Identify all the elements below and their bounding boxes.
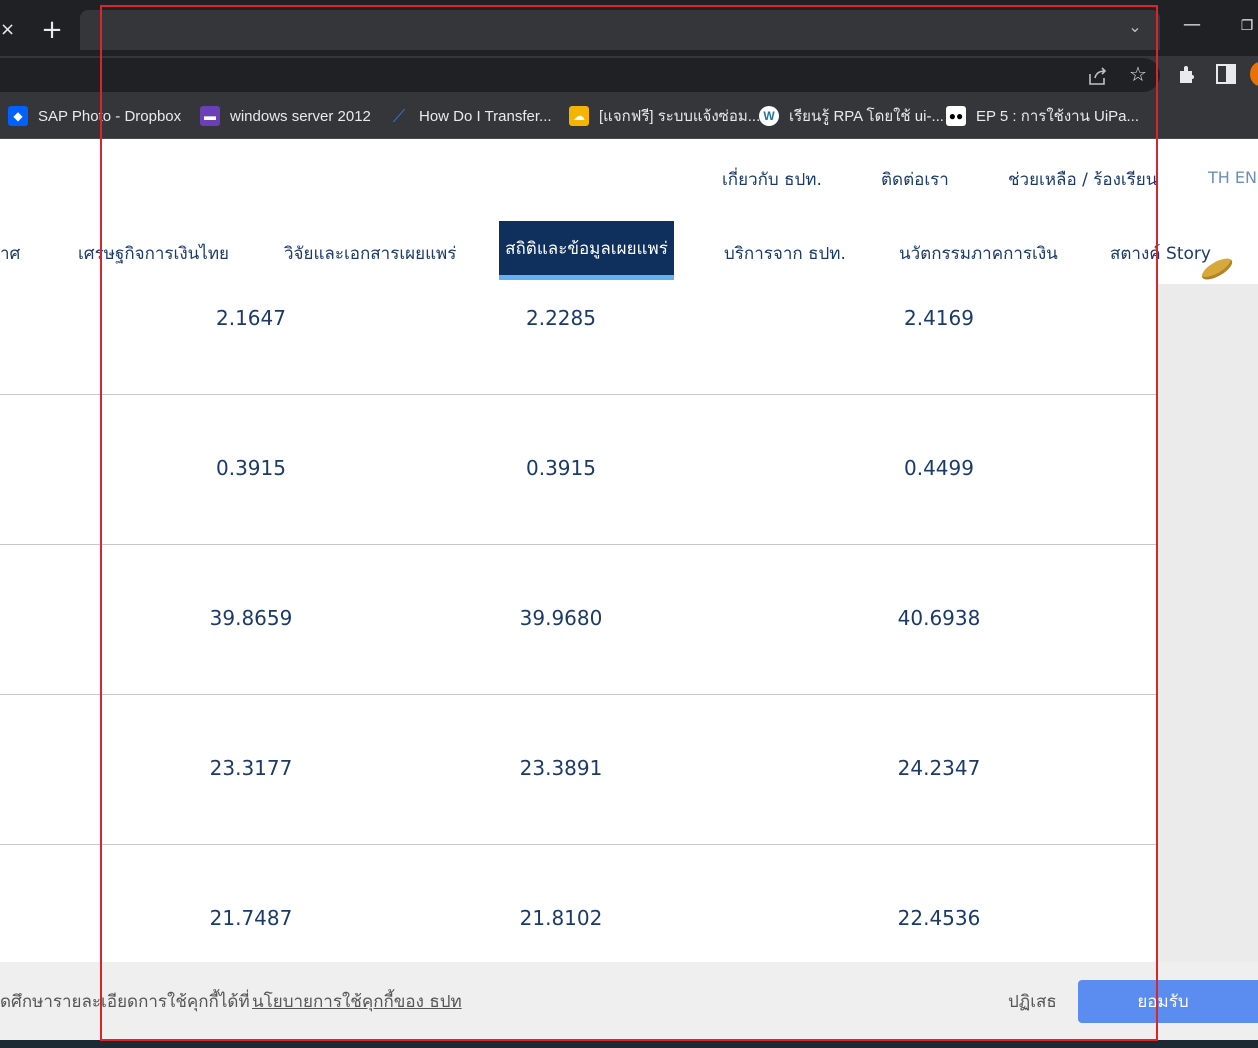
share-icon[interactable] <box>1086 64 1110 88</box>
bookmark-label: How Do I Transfer... <box>419 107 552 125</box>
bookmark-label: [แจกฟรี] ระบบแจ้งซ่อม... <box>599 108 761 125</box>
cookie-policy-link[interactable]: นโยบายการใช้คุกกี้ของ ธปท <box>252 988 462 1015</box>
dropbox-icon: ◆ <box>8 106 28 126</box>
minimize-window-button[interactable]: — <box>1180 14 1204 38</box>
reject-cookies-button[interactable]: ปฏิเสธ <box>1008 988 1057 1015</box>
transfer-icon: ⟋ <box>392 105 406 126</box>
bookmark-label: EP 5 : การใช้งาน UiPa... <box>976 108 1140 125</box>
table-cell: 39.9680 <box>519 606 603 630</box>
table-cell: 2.2285 <box>526 306 596 330</box>
nav-help-complaint-link[interactable]: ช่วยเหลือ / ร้องเรียน <box>1008 166 1157 193</box>
tab-close-icon[interactable]: × <box>0 18 15 42</box>
extensions-puzzle-icon[interactable] <box>1176 62 1200 86</box>
bookmark-ep5-uipath[interactable]: ●● EP 5 : การใช้งาน UiPa... <box>946 104 1139 128</box>
side-gutter <box>1158 284 1258 962</box>
table-cell: 0.3915 <box>526 456 596 480</box>
table-cell: 24.2347 <box>897 756 981 780</box>
bookmark-label: เรียนรู้ RPA โดยใช้ ui-... <box>789 108 944 125</box>
wordpress-icon: W <box>759 106 779 126</box>
table-row: 0.3915 0.3915 0.4499 <box>0 394 1158 545</box>
bookmark-sap-photo[interactable]: ◆ SAP Photo - Dropbox <box>8 104 181 128</box>
bookmark-how-do-i-transfer[interactable]: ⟋ How Do I Transfer... <box>389 104 552 128</box>
medium-icon: ●● <box>946 106 966 126</box>
accept-cookies-button[interactable]: ยอมรับ <box>1078 980 1258 1023</box>
table-cell: 22.4536 <box>897 906 981 930</box>
table-row: 23.3177 23.3891 24.2347 <box>0 694 1158 845</box>
table-row: 2.1647 2.2285 2.4169 <box>0 244 1158 395</box>
bookmark-windows-server[interactable]: ▬ windows server 2012 <box>200 104 371 128</box>
table-row: 39.8659 39.9680 40.6938 <box>0 544 1158 695</box>
table-cell: 2.4169 <box>904 306 974 330</box>
language-switcher[interactable]: TH EN <box>1208 168 1257 187</box>
bookmark-rpa-learn[interactable]: W เรียนรู้ RPA โดยใช้ ui-... <box>759 104 944 128</box>
cookie-notice-text: ดศึกษารายละเอียดการใช้คุกกี้ได้ที่ <box>0 992 250 1012</box>
table-cell: 23.3891 <box>519 756 603 780</box>
table-cell: 23.3177 <box>209 756 293 780</box>
table-cell: 21.7487 <box>209 906 293 930</box>
new-tab-button[interactable]: + <box>40 16 64 44</box>
table-cell: 39.8659 <box>209 606 293 630</box>
table-cell: 2.1647 <box>216 306 286 330</box>
cloud-icon: ☁ <box>569 106 589 126</box>
bookmark-repair-system[interactable]: ☁ [แจกฟรี] ระบบแจ้งซ่อม... <box>569 104 760 128</box>
bookmark-star-icon[interactable]: ☆ <box>1126 62 1150 86</box>
bookmark-label: SAP Photo - Dropbox <box>38 107 182 125</box>
bookmark-label: windows server 2012 <box>230 107 371 125</box>
table-cell: 0.3915 <box>216 456 286 480</box>
browser-tab[interactable] <box>80 10 1160 50</box>
nav-about-bot-link[interactable]: เกี่ยวกับ ธปท. <box>722 166 822 193</box>
table-cell: 0.4499 <box>904 456 974 480</box>
os-taskbar <box>0 1040 1258 1048</box>
tab-search-chevron-icon[interactable]: ⌄ <box>1124 16 1146 38</box>
side-panel-icon[interactable] <box>1216 64 1236 84</box>
nav-contact-link[interactable]: ติดต่อเรา <box>881 166 949 193</box>
table-cell: 40.6938 <box>897 606 981 630</box>
restore-window-button[interactable]: ❐ <box>1236 14 1258 38</box>
visual-studio-icon: ▬ <box>200 106 220 126</box>
table-cell: 21.8102 <box>519 906 603 930</box>
address-bar[interactable] <box>0 58 1160 92</box>
